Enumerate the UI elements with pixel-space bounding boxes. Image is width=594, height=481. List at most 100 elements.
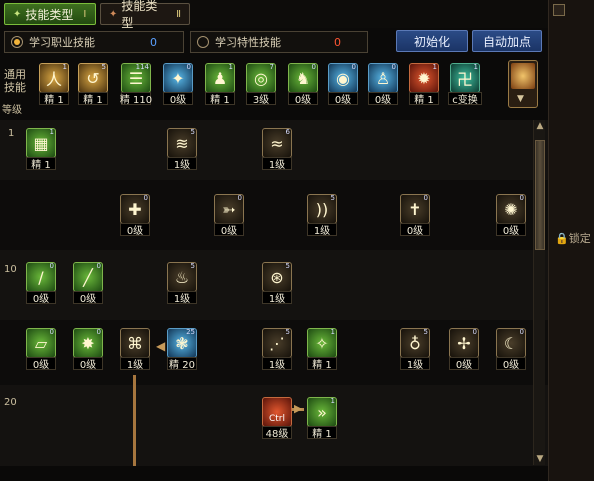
skill-tree-scrollbar[interactable]: ▲ ▼ (533, 120, 545, 465)
skill-icon[interactable]: ✝ 0 (400, 194, 430, 224)
skill-icon[interactable]: Ctrl (262, 397, 292, 427)
skill-rank-badge: 0 (472, 328, 477, 336)
skill-level-caption: 1级 (400, 357, 430, 371)
row-band (0, 180, 548, 250)
skill-icon[interactable]: )) 5 (307, 194, 337, 224)
skill-icon[interactable]: ✹ 1 (409, 63, 439, 93)
skill-level-caption: 0级 (496, 357, 526, 371)
row-level-20: 20 (4, 397, 17, 408)
scroll-thumb[interactable] (535, 140, 545, 250)
skill-glyph-icon: Ctrl (268, 414, 285, 424)
skill-icon[interactable]: ✧ 1 (307, 328, 337, 358)
skill-icon[interactable]: ➳ 0 (214, 194, 244, 224)
skill-level-caption: 48级 (262, 426, 292, 440)
skill-icon[interactable]: ♨ 5 (167, 262, 197, 292)
skill-icon[interactable]: ⊛ 5 (262, 262, 292, 292)
skill-rank-badge: 1 (473, 63, 478, 71)
skill-rank-badge: 7 (269, 63, 274, 71)
skill-rank-badge: 0 (49, 262, 54, 270)
radio-selected-icon[interactable] (11, 36, 23, 48)
skill-level-caption: 0级 (26, 291, 56, 305)
skill-level-caption: 1级 (167, 291, 197, 305)
skill-rank-badge: 5 (285, 262, 290, 270)
bottom-bar (0, 466, 548, 481)
skill-rank-badge: 0 (391, 63, 396, 71)
skill-level-caption: 0级 (400, 223, 430, 237)
skill-rank-badge: 0 (186, 63, 191, 71)
skill-level-caption: c变换 (448, 92, 482, 106)
skill-icon[interactable]: ♞ 0 (288, 63, 318, 93)
skill-icon[interactable]: ♟ 1 (205, 63, 235, 93)
skill-icon[interactable]: ▱ 0 (26, 328, 56, 358)
tab-number: Ⅰ (83, 8, 87, 20)
skill-rank-badge: 0 (423, 194, 428, 202)
common-skills-label: 通用 技能 (4, 68, 26, 94)
skill-level-caption: 1级 (167, 157, 197, 171)
level-header: 等级 (2, 105, 22, 116)
skill-icon[interactable]: /0 (26, 262, 56, 292)
character-selector[interactable]: ▼ (508, 60, 538, 108)
skill-icon[interactable]: ≈6 (262, 128, 292, 158)
skill-level-caption: 0级 (120, 223, 150, 237)
skill-icon[interactable]: ✚ 0 (120, 194, 150, 224)
skill-rank-badge: 1 (62, 63, 67, 71)
skill-rank-badge: 0 (49, 328, 54, 336)
skill-icon[interactable]: ⌘ (120, 328, 150, 358)
learn-job-skill-label: 学习职业技能 (29, 36, 95, 49)
scroll-down-icon[interactable]: ▼ (534, 453, 546, 465)
skill-glyph-icon: ⌘ (127, 333, 143, 353)
scroll-up-icon[interactable]: ▲ (534, 120, 546, 132)
skill-level-caption: 0级 (368, 92, 398, 106)
skill-icon[interactable]: ❃ 25 (167, 328, 197, 358)
skill-icon[interactable]: ╱ 0 (73, 262, 103, 292)
skill-icon[interactable]: ♁ 5 (400, 328, 430, 358)
skill-icon[interactable]: ☰ 114 (121, 63, 151, 93)
skill-connector-line (133, 375, 136, 466)
skill-level-caption: 精 1 (78, 92, 108, 106)
skill-icon[interactable]: ⋰ 5 (262, 328, 292, 358)
skill-rank-badge: 1 (228, 63, 233, 71)
skill-rank-badge: 5 (101, 63, 106, 71)
skill-icon[interactable]: ♙ 0 (368, 63, 398, 93)
skill-icon[interactable]: ☾ 0 (496, 328, 526, 358)
skill-rank-badge: 1 (330, 397, 335, 405)
learn-trait-skill-toggle[interactable]: 学习特性技能 0 (190, 31, 368, 53)
skill-rank-badge: 114 (135, 63, 149, 71)
skill-level-caption: 0级 (328, 92, 358, 106)
skill-level-caption: 1级 (262, 357, 292, 371)
skill-level-caption: 精 1 (307, 357, 337, 371)
reset-button[interactable]: 初始化 (396, 30, 468, 52)
learn-job-skill-toggle[interactable]: 学习职业技能 0 (4, 31, 184, 53)
skill-icon[interactable]: ✺ 0 (496, 194, 526, 224)
skill-level-caption: 精 1 (307, 426, 337, 440)
skill-icon[interactable]: » 1 (307, 397, 337, 427)
skill-icon[interactable]: 人1 (39, 63, 69, 93)
skill-icon[interactable]: ↺ 5 (78, 63, 108, 93)
tab-skill-type-1[interactable]: ✦ 技能类型 Ⅰ (4, 3, 96, 25)
skill-level-caption: 0级 (449, 357, 479, 371)
gem-icon: ✦ (13, 8, 22, 20)
skill-icon[interactable]: ✢ 0 (449, 328, 479, 358)
skill-level-caption: 3级 (246, 92, 276, 106)
skill-level-caption: 精 1 (39, 92, 69, 106)
skill-icon[interactable]: ▦ 1 (26, 128, 56, 158)
skill-rank-badge: 0 (143, 194, 148, 202)
lock-toggle[interactable]: 🔒锁定 (555, 230, 591, 246)
auto-assign-button[interactable]: 自动加点 (472, 30, 542, 52)
panel-toggle-button[interactable] (553, 4, 565, 16)
skill-level-caption: 精 1 (205, 92, 235, 106)
tab-skill-type-2[interactable]: ✦ 技能类型 Ⅱ (100, 0, 190, 30)
skill-icon[interactable]: ◎ 7 (246, 63, 276, 93)
skill-icon[interactable]: ≋ 5 (167, 128, 197, 158)
skill-icon[interactable]: ◉ 0 (328, 63, 358, 93)
skill-level-caption: 精 20 (167, 357, 197, 371)
skill-rank-badge: 1 (432, 63, 437, 71)
skill-icon[interactable]: ✸ 0 (73, 328, 103, 358)
lock-icon: 🔒 (555, 232, 569, 245)
lock-label: 锁定 (568, 232, 591, 245)
skill-icon[interactable]: ✦ 0 (163, 63, 193, 93)
radio-unselected-icon[interactable] (197, 36, 209, 48)
skill-icon[interactable]: 卍1 (450, 63, 480, 93)
skill-rank-badge: 1 (330, 328, 335, 336)
skill-rank-badge: 5 (423, 328, 428, 336)
